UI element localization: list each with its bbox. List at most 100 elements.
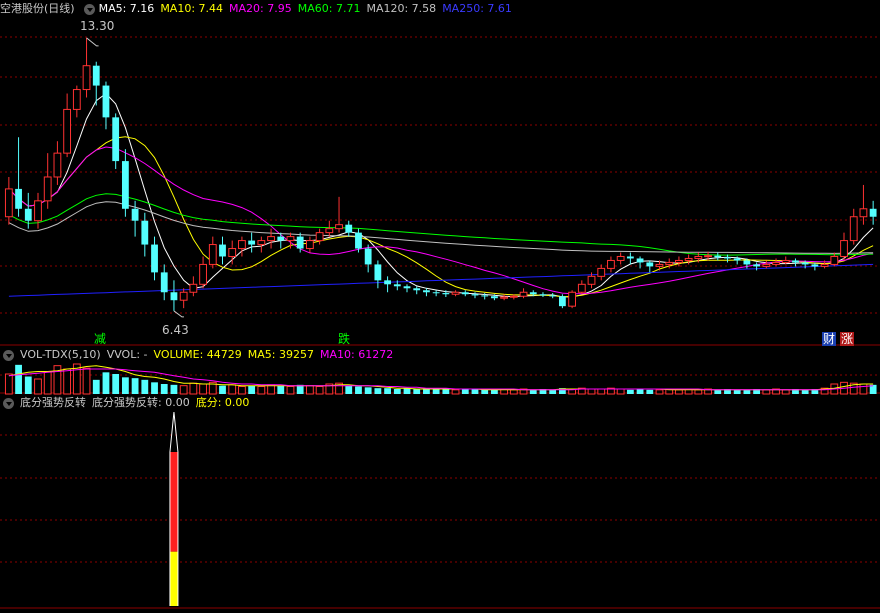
dropdown-icon[interactable] bbox=[83, 3, 95, 15]
volume-bar bbox=[112, 374, 120, 394]
volume-bar bbox=[170, 384, 178, 394]
candle-body bbox=[160, 272, 168, 293]
candle-body bbox=[315, 232, 324, 242]
volume-bar bbox=[228, 384, 237, 395]
volume-bar bbox=[179, 385, 188, 395]
price-low-pointer bbox=[173, 310, 184, 318]
volume-bar bbox=[355, 386, 362, 394]
candle-body bbox=[733, 258, 741, 261]
candle-body bbox=[219, 244, 226, 257]
candle-body bbox=[15, 188, 22, 209]
volume-bar bbox=[733, 389, 741, 394]
volume-bar bbox=[413, 389, 421, 394]
candle-body bbox=[228, 248, 237, 257]
candle-body bbox=[423, 290, 430, 293]
candle-body bbox=[762, 263, 771, 267]
candle-body bbox=[714, 255, 722, 258]
dropdown-icon[interactable] bbox=[3, 349, 14, 361]
candle-body bbox=[665, 261, 674, 265]
candle-body bbox=[53, 152, 62, 178]
volume-bar bbox=[24, 376, 32, 394]
ma120-label: MA120: 7.58 bbox=[366, 2, 437, 15]
price-low-label: 6.43 bbox=[162, 323, 189, 337]
volume-bar bbox=[4, 373, 13, 395]
volume-bar bbox=[277, 385, 285, 394]
volume-bar bbox=[403, 388, 411, 394]
candle-body bbox=[179, 291, 188, 301]
volume-title[interactable]: VOL-TDX(5,10) bbox=[20, 347, 101, 363]
volume-bar bbox=[675, 389, 683, 395]
volume-bar bbox=[587, 388, 596, 395]
candle-body bbox=[72, 89, 81, 110]
volume-bar bbox=[694, 389, 703, 395]
candle-body bbox=[587, 275, 596, 285]
candle-body bbox=[102, 85, 110, 118]
candle-body bbox=[364, 248, 372, 265]
candle-body bbox=[267, 236, 275, 242]
dropdown-icon[interactable] bbox=[3, 397, 14, 409]
indicator-value-label: 底分强势反转: 0.00 bbox=[92, 396, 190, 409]
candle-body bbox=[306, 240, 314, 250]
candle-body bbox=[92, 65, 100, 86]
candle-body bbox=[34, 200, 42, 222]
candle-body bbox=[384, 280, 391, 285]
candle-body bbox=[849, 216, 858, 242]
candle-body bbox=[781, 259, 790, 263]
volume-bar bbox=[781, 389, 790, 395]
candle-body bbox=[869, 208, 877, 217]
event-marker-4[interactable]: 涨 bbox=[840, 332, 855, 346]
candle-body bbox=[616, 255, 625, 261]
volume-bar bbox=[121, 377, 129, 394]
volume-bar bbox=[82, 367, 91, 395]
volume-bar bbox=[199, 383, 207, 395]
candle-body bbox=[151, 244, 158, 273]
candle-body bbox=[189, 283, 198, 293]
volume-bar bbox=[374, 388, 382, 394]
volume-bar bbox=[248, 385, 256, 394]
candle-body bbox=[43, 176, 52, 202]
volume-bar bbox=[714, 389, 722, 394]
volume-bar bbox=[102, 372, 110, 394]
candle-body bbox=[355, 232, 362, 249]
stock-title[interactable]: 空港股份(日线) bbox=[0, 1, 75, 17]
candle-body bbox=[568, 291, 576, 307]
event-marker-1[interactable]: 减 bbox=[93, 332, 107, 346]
candle-body bbox=[238, 240, 246, 250]
volume-bar bbox=[432, 389, 440, 394]
event-marker-2[interactable]: 跌 bbox=[337, 332, 351, 346]
candle-body bbox=[820, 263, 829, 267]
candle-body bbox=[442, 293, 450, 295]
candle-body bbox=[491, 296, 498, 299]
candle-body bbox=[859, 208, 868, 218]
vol-ma5-line bbox=[8, 365, 874, 391]
volume-bar bbox=[267, 384, 275, 395]
candle-body bbox=[451, 291, 460, 295]
indicator-title[interactable]: 底分强势反转 bbox=[20, 395, 86, 411]
candle-body bbox=[248, 240, 256, 245]
candle-body bbox=[792, 260, 799, 263]
candle-body bbox=[82, 65, 91, 91]
ma60-line bbox=[8, 193, 874, 256]
candle-body bbox=[646, 262, 654, 267]
volume-bar bbox=[238, 386, 246, 395]
indicator-header: 底分强势反转 底分强势反转: 0.00 底分: 0.00 bbox=[0, 395, 255, 411]
volume-bar bbox=[597, 388, 606, 395]
volume-bar bbox=[646, 389, 654, 394]
candle-body bbox=[345, 224, 353, 233]
candle-body bbox=[63, 108, 72, 154]
ma250-line bbox=[8, 263, 874, 297]
candle-body bbox=[432, 292, 440, 294]
volume-bar bbox=[481, 389, 489, 394]
candle-body bbox=[393, 284, 401, 287]
volume-bar bbox=[636, 389, 644, 394]
price-header: 空港股份(日线) MA5: 7.16 MA10: 7.44 MA20: 7.95… bbox=[0, 1, 518, 17]
candle-body bbox=[753, 264, 761, 267]
signal-bar-yellow bbox=[169, 551, 178, 606]
candle-body bbox=[801, 262, 809, 265]
event-marker-3[interactable]: 财 bbox=[822, 332, 837, 346]
stock-chart[interactable] bbox=[0, 0, 880, 613]
candle-body bbox=[403, 286, 411, 289]
candle-body bbox=[830, 255, 839, 265]
volume-bar bbox=[141, 379, 149, 394]
candle-body bbox=[199, 263, 207, 285]
